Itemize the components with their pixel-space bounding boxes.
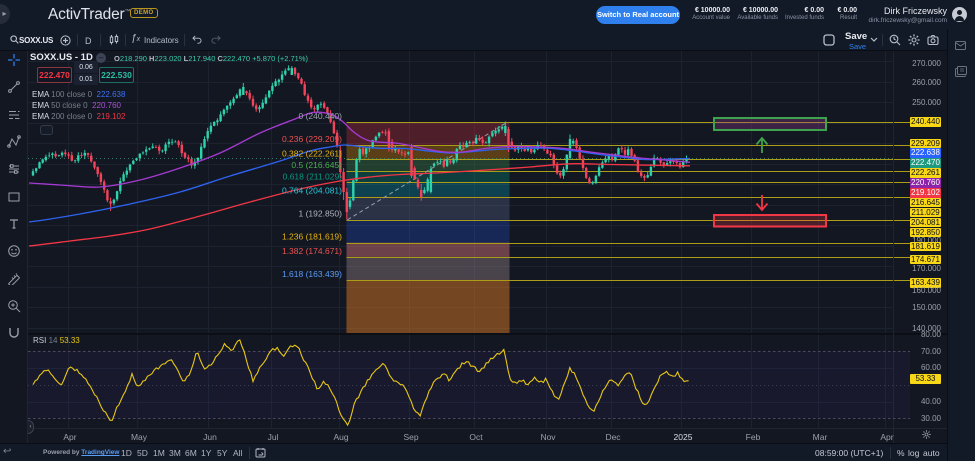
svg-text:0.764 (204.081): 0.764 (204.081): [282, 186, 342, 196]
svg-text:0.5 (216.645): 0.5 (216.645): [291, 160, 342, 170]
svg-text:0.236 (229.209): 0.236 (229.209): [282, 134, 342, 144]
svg-text:0 (240.440): 0 (240.440): [299, 111, 343, 121]
svg-text:1.382 (174.671): 1.382 (174.671): [282, 246, 342, 256]
svg-text:1 (192.850): 1 (192.850): [299, 209, 343, 219]
svg-text:0.382 (222.261): 0.382 (222.261): [282, 148, 342, 158]
svg-text:1.236 (181.619): 1.236 (181.619): [282, 232, 342, 242]
svg-text:0.618 (211.029): 0.618 (211.029): [283, 171, 343, 181]
svg-text:1.618 (163.439): 1.618 (163.439): [282, 269, 342, 279]
